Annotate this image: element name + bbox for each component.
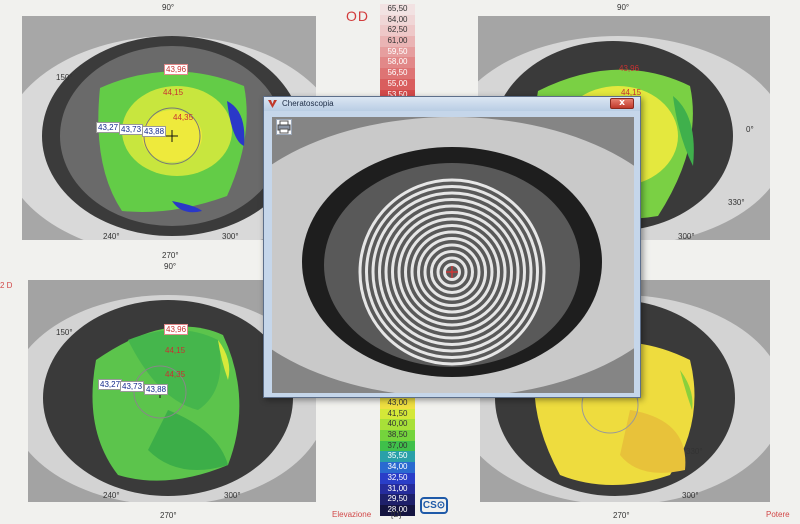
app-icon	[268, 100, 277, 108]
scale-unit-label: [D]	[391, 510, 402, 519]
keratoscopy-dialog[interactable]: Cheratoscopia x	[263, 96, 641, 398]
map-value-label: 43,73	[120, 381, 145, 392]
color-scale-bottom: 43,00 41,50 40,00 38,50 37,00 35,50 34,00 32,50…	[380, 398, 415, 516]
corneal-topography-screen: 43,96 44,15 44,35 43,27 43,73 43,88 43,9…	[0, 0, 800, 524]
degree-label-300: 300°	[222, 232, 239, 241]
degree-label-300: 300°	[678, 232, 695, 241]
map-value-label: 44,35	[165, 370, 186, 379]
map-value-label: 43,27	[96, 122, 121, 133]
map-value-label: 44,15	[165, 346, 186, 355]
map-value-label: 43,73	[119, 124, 144, 135]
map-value-label: 43,96	[619, 64, 640, 73]
cso-logo: CS⊙	[420, 497, 448, 514]
power-caption: Potere	[766, 510, 790, 519]
scale-cell: 61,00	[380, 36, 415, 47]
scale-cell: 29,50	[380, 494, 415, 505]
map-value-label: 44,15	[163, 88, 184, 97]
scale-cell: 65,50	[380, 4, 415, 15]
printer-icon	[277, 120, 291, 134]
placido-rings-image	[272, 117, 634, 393]
degree-label-270: 270°	[160, 511, 177, 520]
map-value-label: 43,96	[164, 324, 189, 335]
degree-label-300: 300°	[682, 491, 699, 500]
scale-cell: 59,50	[380, 46, 415, 58]
map-value-label: 43,96	[164, 64, 189, 75]
scale-cell: 58,00	[380, 57, 415, 69]
keratoscopy-image	[272, 117, 634, 393]
scale-cell: 38,50	[380, 430, 415, 441]
degree-label-150: 150°	[56, 73, 73, 82]
scale-cell: 43,00	[380, 398, 415, 409]
map-value-label: 44,35	[173, 113, 194, 122]
degree-label-240: 240°	[103, 232, 120, 241]
scale-cell: 55,00	[380, 78, 415, 90]
degree-label-330: 330°	[728, 198, 745, 207]
left-edge-label: 2 D	[0, 281, 13, 290]
scale-cell: 64,00	[380, 14, 415, 26]
dialog-title: Cheratoscopia	[282, 99, 334, 108]
scale-cell: 31,00	[380, 483, 415, 495]
degree-label-90: 90°	[162, 3, 175, 12]
degree-label-150: 150°	[56, 328, 73, 337]
scale-cell: 41,50	[380, 408, 415, 420]
color-scale-top: 65,50 64,00 62,50 61,00 59,50 58,00 56,50 55,00…	[380, 4, 415, 101]
map-value-label: 43,88	[144, 384, 169, 395]
scale-cell: 37,00	[380, 440, 415, 452]
degree-label-90: 90°	[617, 3, 630, 12]
map-value-label: 43,27	[98, 379, 123, 390]
degree-label-270: 270°	[613, 511, 630, 520]
map-value-label: 43,88	[142, 126, 167, 137]
degree-label-300: 300°	[224, 491, 241, 500]
degree-label-0: 0°	[746, 125, 754, 134]
scale-cell: 32,50	[380, 472, 415, 484]
scale-cell: 40,00	[380, 419, 415, 431]
close-button[interactable]: x	[610, 98, 634, 109]
print-button[interactable]	[276, 119, 292, 135]
elevation-caption: Elevazione	[332, 510, 372, 519]
degree-label-270: 270°	[162, 251, 179, 260]
scale-cell: 56,50	[380, 68, 415, 79]
degree-label-90: 90°	[164, 262, 177, 271]
scale-cell: 34,00	[380, 462, 415, 473]
scale-cell: 62,50	[380, 25, 415, 37]
eye-label-od: OD	[346, 8, 369, 24]
scale-cell: 35,50	[380, 451, 415, 463]
dialog-title-bar[interactable]: Cheratoscopia x	[264, 97, 640, 111]
degree-label-330: 330°	[686, 447, 703, 456]
degree-label-240: 240°	[103, 491, 120, 500]
